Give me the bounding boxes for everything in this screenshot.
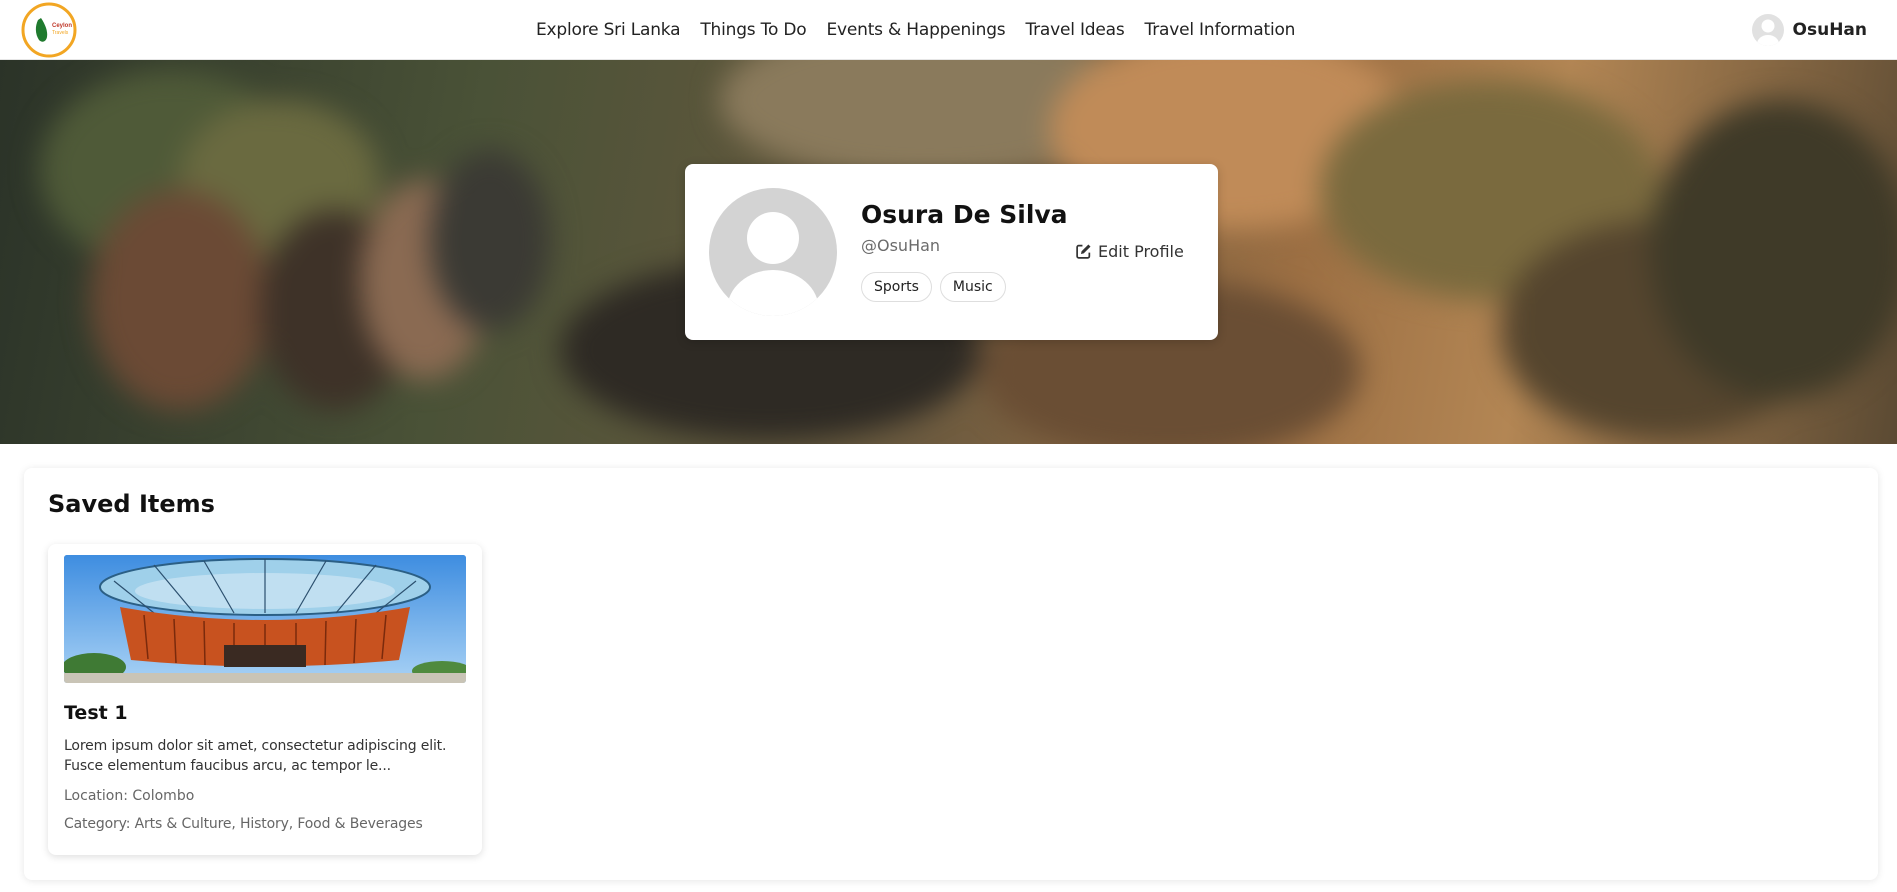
edit-icon [1076,244,1091,259]
nav-item-travel-information[interactable]: Travel Information [1145,20,1296,40]
saved-items-section: Saved Items Test 1 Lorem ipsum dolor sit… [24,468,1878,880]
user-avatar-icon[interactable] [1751,14,1784,46]
username-label[interactable]: OsuHan [1793,20,1867,40]
nav-item-explore-sri-lanka[interactable]: Explore Sri Lanka [536,20,681,40]
tag-music: Music [939,272,1006,302]
saved-item-card[interactable]: Test 1 Lorem ipsum dolor sit amet, conse… [48,544,482,855]
saved-items-title: Saved Items [48,490,215,518]
edit-profile-button[interactable]: Edit Profile [1075,242,1184,261]
nav-item-events-happenings[interactable]: Events & Happenings [826,20,1005,40]
nav-item-travel-ideas[interactable]: Travel Ideas [1025,20,1124,40]
logo-icon[interactable]: Ceylon Travels [19,0,81,60]
svg-text:Ceylon: Ceylon [52,23,72,29]
profile-handle: @OsuHan [861,236,941,255]
profile-card: Osura De Silva @OsuHan Sports Music Edit… [685,164,1218,340]
tag-sports: Sports [861,272,932,302]
item-image[interactable] [64,555,466,683]
main-nav: Explore Sri Lanka Things To Do Events & … [536,0,1295,60]
item-location: Location: Colombo [64,788,195,804]
nav-item-things-to-do[interactable]: Things To Do [700,20,806,40]
profile-name: Osura De Silva [861,200,1068,229]
top-navigation-bar: Ceylon Travels Explore Sri Lanka Things … [0,0,1897,60]
profile-avatar [709,188,837,316]
edit-profile-label: Edit Profile [1098,242,1184,261]
item-title[interactable]: Test 1 [64,702,128,724]
user-menu[interactable]: OsuHan [1751,0,1867,60]
item-category: Category: Arts & Culture, History, Food … [64,816,423,832]
item-description: Lorem ipsum dolor sit amet, consectetur … [64,738,447,774]
profile-hero-banner: Osura De Silva @OsuHan Sports Music Edit… [0,60,1897,444]
interest-tags: Sports Music [861,272,1006,302]
svg-text:Travels: Travels [52,30,69,36]
